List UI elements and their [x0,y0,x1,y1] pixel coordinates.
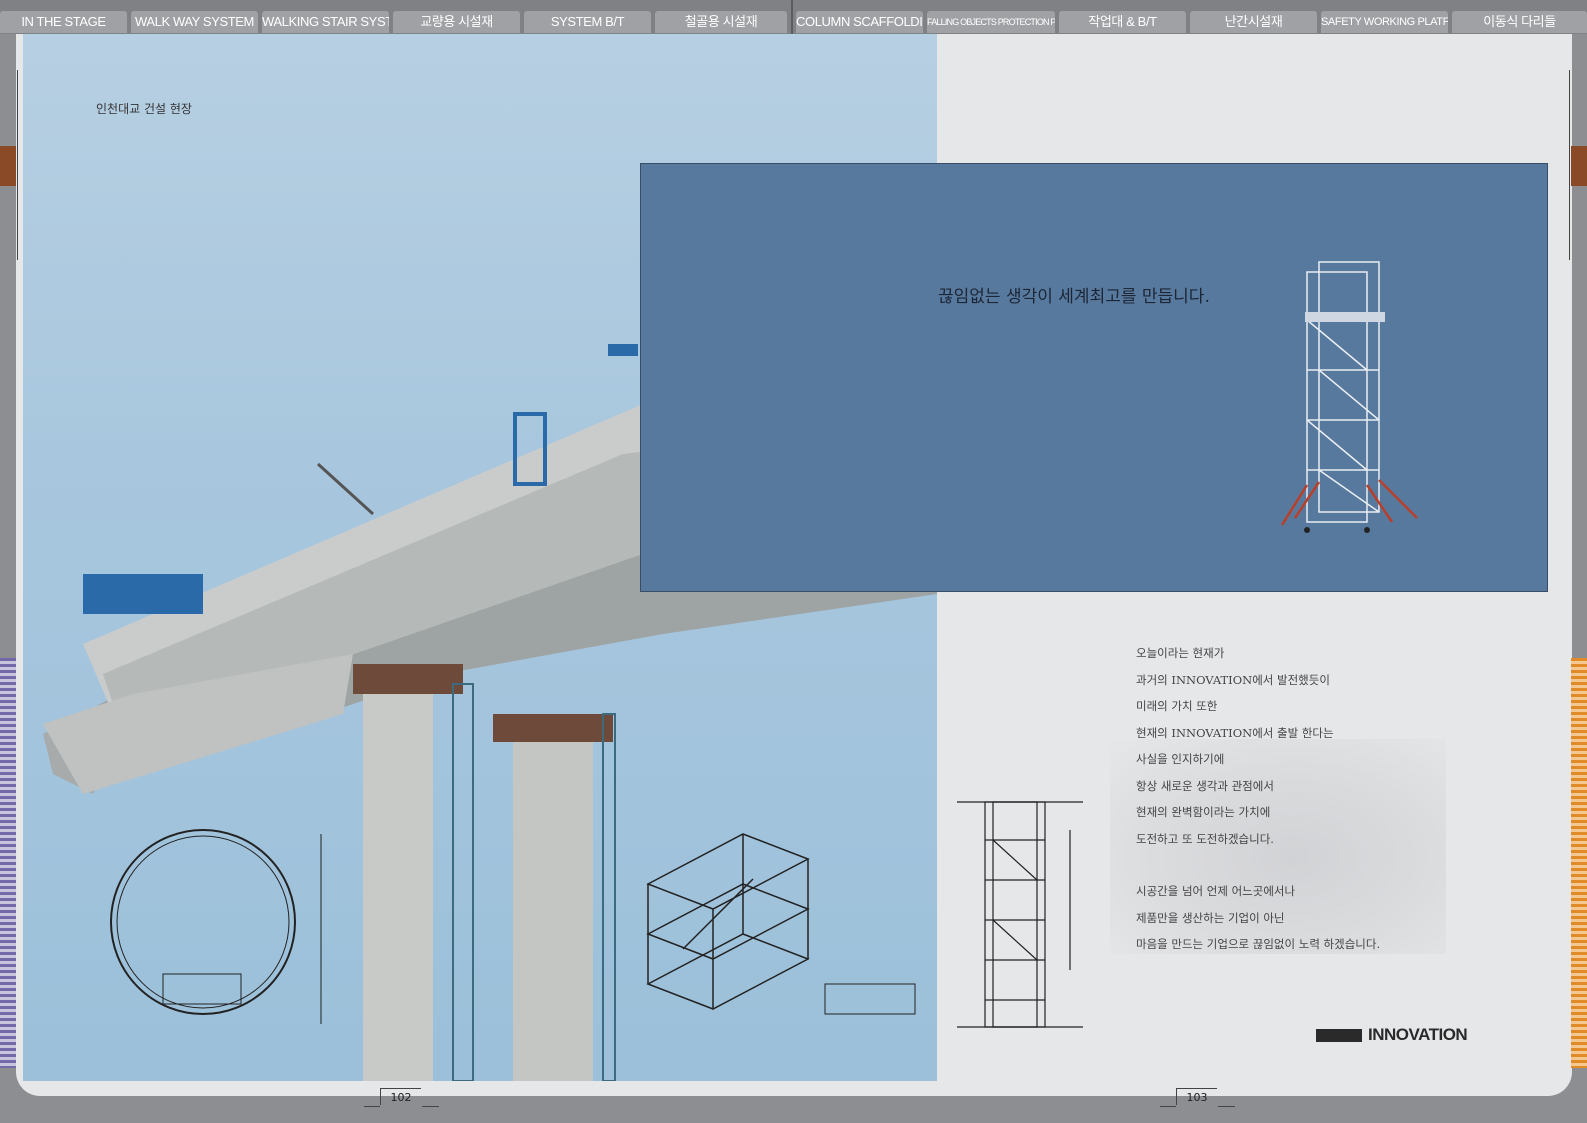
statement-line: 항상 새로운 생각과 관점에서 [1136,778,1274,793]
statement-line: 과거의 INNOVATION에서 발전했듯이 [1136,672,1330,687]
statement-line: 미래의 가치 또한 [1136,699,1218,713]
tab-steel-facilities[interactable]: 철골용 시설재 [655,11,787,33]
left-edge-stripe [0,658,16,1068]
page-number-left: 102 [364,1088,439,1107]
tab-bridge-facilities[interactable]: 교량용 시설재 [393,11,520,33]
company-logo: INNOVATION [1316,1025,1468,1045]
photo-caption: 인천대교 건설 현장 [96,102,192,116]
left-edge-marker [0,146,16,186]
right-guide-line [1569,70,1570,260]
tab-work-platform-bt[interactable]: 작업대 & B/T [1059,11,1186,33]
statement-line: 시공간을 넘어 언제 어느곳에서나 [1136,884,1296,898]
tab-walk-way-system[interactable]: WALK WAY SYSTEM [131,11,258,33]
top-navigation-bar: IN THE STAGE WALK WAY SYSTEM WALKING STA… [0,0,1587,34]
tab-system-bt[interactable]: SYSTEM B/T [524,11,651,33]
right-edge-stripe [1571,658,1587,1068]
page-number-right: 103 [1160,1088,1235,1107]
logo-mark-icon [1316,1028,1362,1042]
tab-walking-stair-system[interactable]: WALKING STAIR SYSTEM [262,11,389,33]
tab-mobile-ladders[interactable]: 이동식 다리들 [1452,11,1587,33]
stair-tower-drawing [957,801,1083,1028]
tab-safety-working-platform[interactable]: SAFETY WORKING PLATFORM [1321,11,1448,33]
tab-column-scaffolding[interactable]: COLUMN SCAFFOLDING [796,11,923,33]
statement-line: 제품만을 생산하는 기업이 아닌 [1136,910,1285,925]
tab-railing-facilities[interactable]: 난간시설재 [1190,11,1317,33]
statement-line: 현재의 INNOVATION에서 출발 한다는 [1136,725,1334,740]
statement-line: 현재의 완벽함이라는 가치에 [1136,805,1271,819]
tab-divider [791,0,793,34]
statement-line: 도전하고 또 도전하겠습니다. [1136,831,1274,846]
left-guide-line [17,70,18,260]
statement-line: 사실을 인지하기에 [1136,752,1225,766]
brand-statement: 오늘이라는 현재가 과거의 INNOVATION에서 발전했듯이 미래의 가치 … [1136,640,1380,958]
statement-line: 마음을 만드는 기업으로 끊임없이 노력 하겠습니다. [1136,937,1381,951]
statement-line: 오늘이라는 현재가 [1136,646,1225,660]
tab-falling-objects-protection[interactable]: FALLING OBJECTS PROTECTION PLATFORM [927,11,1055,33]
logo-text: INNOVATION [1368,1025,1468,1044]
slogan-panel: 끊임없는 생각이 세계최고를 만듭니다. [640,163,1548,592]
tab-in-the-stage[interactable]: IN THE STAGE [0,11,127,33]
right-edge-marker [1571,146,1587,186]
mobile-scaffold-tower-image [1280,261,1418,533]
slogan-text: 끊임없는 생각이 세계최고를 만듭니다. [938,287,1210,307]
